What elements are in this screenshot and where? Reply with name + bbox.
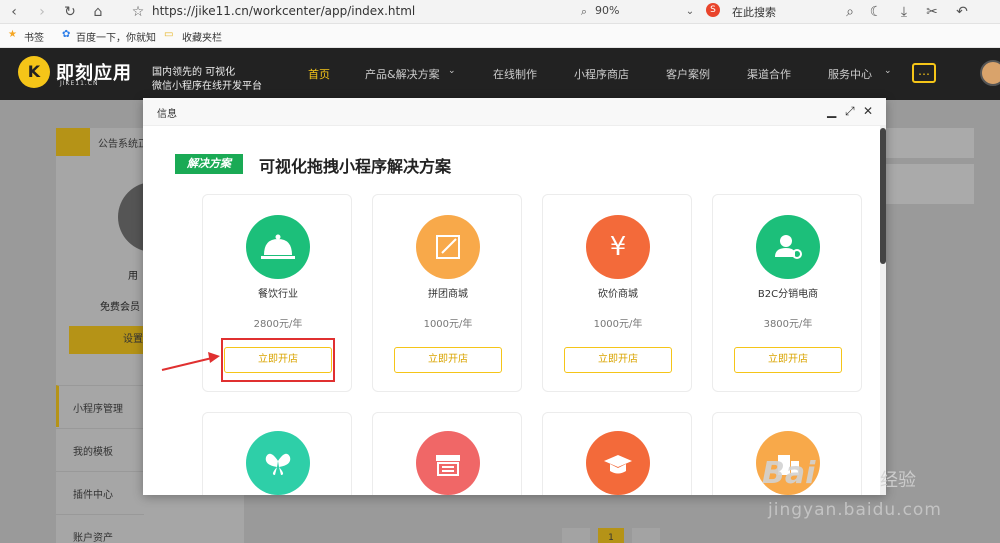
content-bar [886,128,974,158]
nav-home[interactable]: 首页 [308,66,330,82]
maximize-icon[interactable]: ⤢ [845,104,855,119]
browser-toolbar: ‹ › ↻ ⌂ ☆ https://jike11.cn/workcenter/a… [0,0,1000,24]
forward-icon[interactable]: › [32,2,52,22]
chevron-down-icon: ⌄ [448,66,456,76]
sidebar-item-templates: 我的模板 [56,428,144,470]
solution-card[interactable]: B2C分销电商 3800元/年 立即开店 [712,194,862,392]
folder-icon: ▭ [164,29,174,40]
open-store-button[interactable]: 立即开店 [564,347,672,373]
card-price: 1000元/年 [423,319,473,330]
card-title: 餐饮行业 [258,289,298,300]
favorite-star-icon[interactable]: ☆ [128,2,148,22]
solutions-dialog: 信息 ▁ ⤢ ✕ 解决方案 可视化拖拽小程序解决方案 餐饮行业 2800元/年 … [143,98,886,495]
search-icon[interactable]: ⌕ [840,2,860,22]
bookmark-star-icon: ★ [8,29,17,40]
baidu-paw-icon: ✿ [62,29,71,40]
cloche-icon [246,215,310,279]
chevron-down-icon: ⌄ [884,66,892,76]
avatar[interactable] [980,60,1000,86]
download-icon[interactable]: ⤓ [894,2,914,22]
undo-icon[interactable]: ↶ [952,2,972,22]
card-price: 3800元/年 [763,319,813,330]
zoom-icon: ⌕ [580,5,588,18]
member-level: 免费会员 [100,302,140,313]
nav-service[interactable]: 服务中心 [828,66,872,82]
solution-card[interactable] [372,412,522,495]
dialog-titlebar[interactable]: 信息 ▁ ⤢ ✕ [143,98,886,126]
bookmark-item[interactable]: 收藏夹栏 [182,29,222,44]
annotation-highlight [221,338,335,382]
reload-icon[interactable]: ↻ [60,2,80,22]
close-icon[interactable]: ✕ [863,104,873,118]
card-title: 拼团商城 [428,289,468,300]
chat-icon[interactable]: … [912,63,936,83]
sidebar-item-miniprogram: 小程序管理 [56,385,144,427]
bookmarks-bar: ★ 书签 ✿ 百度一下，你就知 ▭ 收藏夹栏 [0,24,1000,48]
baidu-watermark-cn: 经验 [880,470,916,491]
zoom-level[interactable]: 90% [595,4,619,17]
user-name: 用 [128,271,138,282]
card-price: 2800元/年 [253,319,303,330]
content-bar [886,164,974,204]
address-bar[interactable]: https://jike11.cn/workcenter/app/index.h… [152,4,415,18]
open-store-button[interactable]: 立即开店 [394,347,502,373]
night-mode-icon[interactable]: ☾ [866,2,886,22]
pagination-current: 1 [598,528,624,543]
card-title: B2C分销电商 [757,289,819,300]
annotation-arrow-icon [161,352,220,371]
solution-card[interactable]: 拼团商城 1000元/年 立即开店 [372,194,522,392]
user-share-icon [756,215,820,279]
slogan: 微信小程序在线开发平台 [152,81,262,92]
site-header: K 即刻应用 JIKE11.CN 国内领先的 可视化 微信小程序在线开发平台 首… [0,48,1000,100]
minimize-icon[interactable]: ▁ [827,104,836,118]
card-price: 1000元/年 [593,319,643,330]
pagination-next [632,528,660,543]
sidebar-item-plugins: 插件中心 [56,471,144,513]
nav-cases[interactable]: 客户案例 [666,66,710,82]
bookmark-item[interactable]: 书签 [24,29,44,44]
butterfly-icon [246,431,310,495]
solution-card[interactable]: ¥ 砍价商城 1000元/年 立即开店 [542,194,692,392]
scissors-icon[interactable]: ✂ [922,2,942,22]
back-icon[interactable]: ‹ [4,2,24,22]
nav-store[interactable]: 小程序商店 [574,66,629,82]
nav-products[interactable]: 产品&解决方案 [365,66,440,82]
browser-search-input[interactable]: 在此搜索 [732,4,776,20]
search-engine-icon[interactable]: S [706,3,720,17]
storefront-icon [416,431,480,495]
settings-button: 设置 [69,326,145,354]
card-title: 砍价商城 [598,289,638,300]
nav-channel[interactable]: 渠道合作 [747,66,791,82]
solution-card[interactable] [542,412,692,495]
home-icon[interactable]: ⌂ [88,2,108,22]
edit-frame-icon [416,215,480,279]
notice-icon [56,128,90,156]
dialog-title: 信息 [157,109,177,120]
chevron-down-icon[interactable]: ⌄ [680,2,700,22]
solution-card[interactable] [202,412,352,495]
open-store-button[interactable]: 立即开店 [734,347,842,373]
pagination-prev [562,528,590,543]
baidu-watermark: Bai [762,456,816,491]
sidebar-item-assets: 账户资产 [56,514,144,543]
nav-online-make[interactable]: 在线制作 [493,66,537,82]
scrollbar-thumb[interactable] [880,128,886,264]
slogan: 国内领先的 可视化 [152,67,236,78]
graduation-cap-icon [586,431,650,495]
bookmark-item[interactable]: 百度一下，你就知 [76,29,156,44]
solution-tag: 解决方案 [175,154,243,174]
yen-icon: ¥ [586,215,650,279]
logo-sub: JIKE11.CN [60,80,99,87]
notice-text: 公告系统正 [98,139,148,150]
watermark-url: jingyan.baidu.com [768,500,942,520]
dialog-heading: 可视化拖拽小程序解决方案 [259,157,452,176]
logo-icon[interactable]: K [18,56,50,88]
